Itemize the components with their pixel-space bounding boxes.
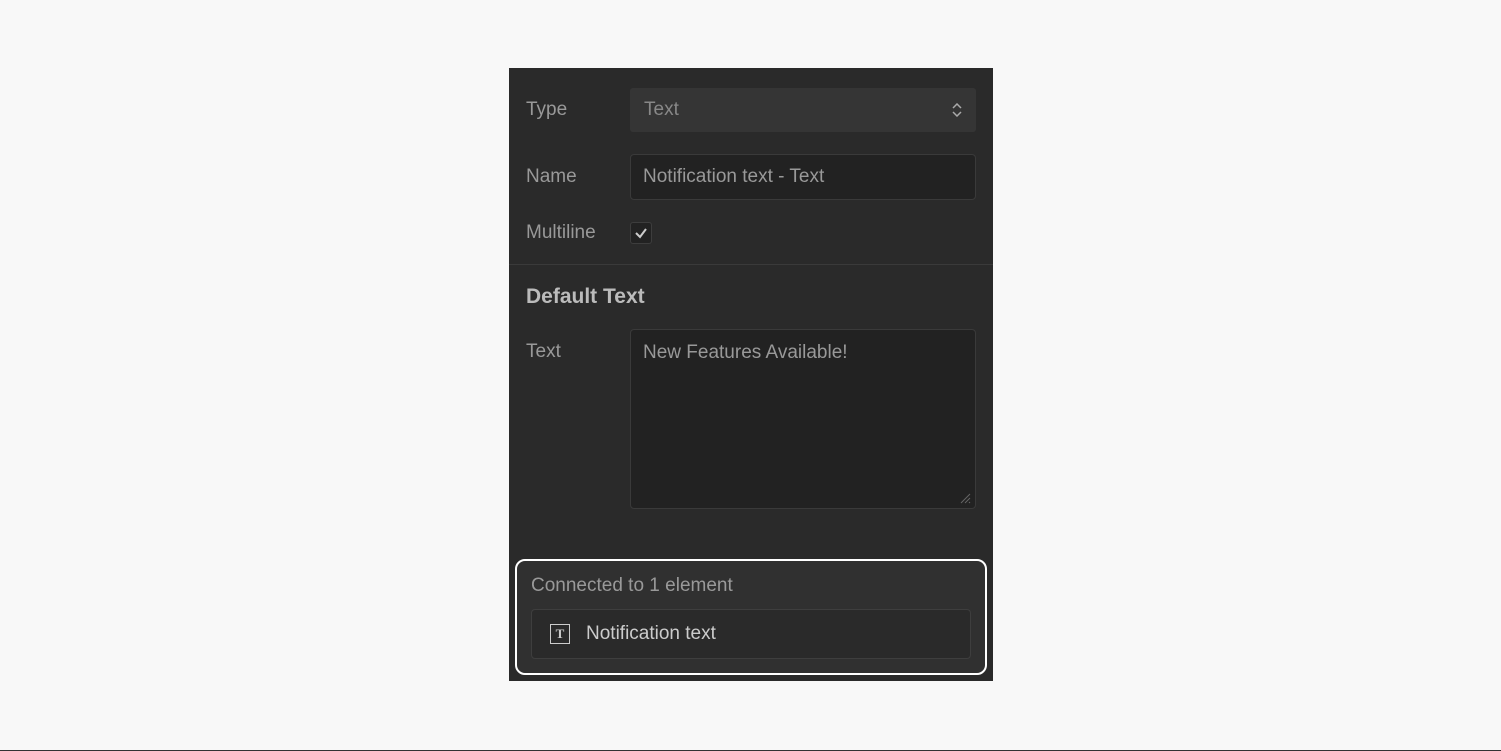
type-select[interactable]: Text: [630, 88, 976, 132]
name-label: Name: [526, 166, 630, 188]
text-textarea[interactable]: New Features Available!: [630, 329, 976, 509]
properties-panel: Type Text Name Notification text - Text …: [509, 68, 993, 681]
type-value: Text: [644, 99, 679, 121]
text-label: Text: [526, 329, 630, 363]
text-layer-icon: T: [550, 624, 570, 644]
select-arrows-icon: [952, 103, 962, 117]
name-input[interactable]: Notification text - Text: [630, 154, 976, 200]
connected-element-label: Notification text: [586, 623, 716, 645]
text-row: Text New Features Available!: [509, 329, 993, 509]
name-value: Notification text - Text: [643, 166, 824, 188]
multiline-row: Multiline: [509, 222, 993, 244]
multiline-label: Multiline: [526, 222, 630, 244]
multiline-checkbox[interactable]: [630, 222, 652, 244]
name-row: Name Notification text - Text: [509, 154, 993, 200]
type-label: Type: [526, 99, 630, 121]
connected-title: Connected to 1 element: [531, 575, 971, 597]
resize-handle-icon: [959, 492, 971, 504]
default-text-heading: Default Text: [509, 265, 993, 309]
type-row: Type Text: [509, 88, 993, 132]
checkmark-icon: [634, 226, 648, 240]
connected-panel: Connected to 1 element T Notification te…: [515, 559, 987, 675]
text-value: New Features Available!: [643, 342, 848, 363]
connected-element-item[interactable]: T Notification text: [531, 609, 971, 659]
